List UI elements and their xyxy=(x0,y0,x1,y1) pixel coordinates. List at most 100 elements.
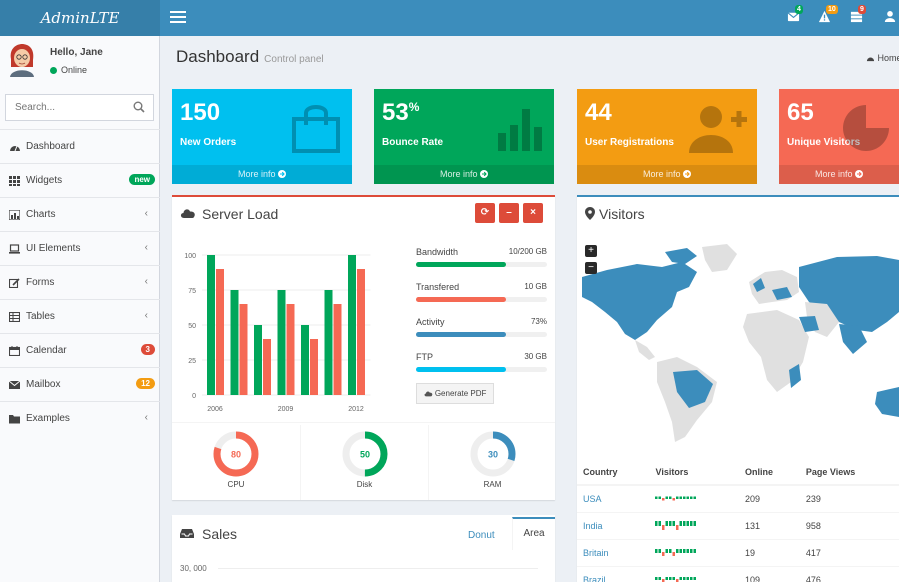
search-input[interactable] xyxy=(6,95,126,120)
country-link[interactable]: USA xyxy=(577,484,650,512)
more-info-link[interactable]: More info xyxy=(779,165,899,184)
notifications-button[interactable]: 10 xyxy=(818,5,838,24)
bar-chart-icon xyxy=(496,103,546,156)
chart-bar[interactable] xyxy=(207,255,215,395)
stat-value: 65 xyxy=(787,99,814,126)
top-navbar: 4 10 9 xyxy=(160,0,899,36)
country-link[interactable]: Britain xyxy=(577,538,650,566)
user-status[interactable]: Online xyxy=(50,65,87,75)
edit-icon xyxy=(9,278,20,288)
stat-box-new-orders: 150 New Orders More info xyxy=(172,89,352,184)
sidebar-item-forms[interactable]: Forms ‹ xyxy=(0,265,160,299)
sidebar-item-mailbox[interactable]: Mailbox 12 xyxy=(0,367,160,401)
chart-bar[interactable] xyxy=(239,304,248,395)
visitors-sparkline xyxy=(655,548,697,556)
sidebar-item-dashboard[interactable]: Dashboard xyxy=(0,129,160,163)
user-menu-button[interactable] xyxy=(884,10,898,24)
progress-track xyxy=(416,262,547,267)
chart-bar[interactable] xyxy=(286,304,295,395)
online-cell: 109 xyxy=(738,565,800,582)
sidebar-item-label: Tables xyxy=(26,311,55,322)
y-tick-label: 100 xyxy=(184,253,196,260)
knob-dial: 80 xyxy=(213,431,259,477)
minus-icon: – xyxy=(506,207,512,218)
messages-button[interactable]: 4 xyxy=(787,5,803,24)
chart-bar[interactable] xyxy=(301,325,309,395)
app-logo[interactable]: AdminLTE xyxy=(0,0,160,36)
user-icon xyxy=(884,11,896,22)
more-info-link[interactable]: More info xyxy=(374,165,554,184)
close-icon: × xyxy=(530,207,536,218)
progress-track xyxy=(416,297,547,302)
sidebar-item-ui-elements[interactable]: UI Elements ‹ xyxy=(0,231,160,265)
chart-bar[interactable] xyxy=(254,325,262,395)
stat-value: 44 xyxy=(585,99,612,126)
world-map[interactable] xyxy=(577,242,899,452)
chart-bar[interactable] xyxy=(230,290,239,395)
chart-bar[interactable] xyxy=(263,339,271,395)
country-link[interactable]: Brazil xyxy=(577,565,650,582)
refresh-button[interactable]: ⟳ xyxy=(475,203,495,223)
progress-value: 10 GB xyxy=(524,282,547,291)
chart-bar[interactable] xyxy=(348,255,356,395)
column-header: Country xyxy=(577,459,650,486)
sidebar-item-tables[interactable]: Tables ‹ xyxy=(0,299,160,333)
more-info-link[interactable]: More info xyxy=(577,165,757,184)
chart-bar[interactable] xyxy=(277,290,286,395)
sales-box: Sales Donut Area 30, 000 xyxy=(172,515,555,582)
sidebar-item-label: Dashboard xyxy=(26,141,75,152)
online-cell: 209 xyxy=(738,484,800,512)
sidebar-badge: 3 xyxy=(140,344,155,355)
sidebar-item-calendar[interactable]: Calendar 3 xyxy=(0,333,160,367)
progress-fill xyxy=(416,262,507,267)
visitors-sparkline xyxy=(655,576,697,582)
knob-cpu[interactable]: 80 CPU xyxy=(172,425,300,500)
sidebar-item-label: Forms xyxy=(26,277,55,288)
knob-disk[interactable]: 50 Disk xyxy=(300,425,428,500)
search-icon[interactable] xyxy=(133,101,145,113)
messages-badge: 4 xyxy=(795,5,803,14)
sidebar-item-widgets[interactable]: Widgets new xyxy=(0,163,160,197)
y-tick-label: 50 xyxy=(188,323,196,330)
progress-track xyxy=(416,332,547,337)
arrow-circle-right-icon xyxy=(278,170,287,178)
knob-ram[interactable]: 30 RAM xyxy=(428,425,556,500)
breadcrumb[interactable]: Home xyxy=(866,53,899,63)
chart-bar[interactable] xyxy=(357,269,365,395)
chart-bar[interactable] xyxy=(333,304,342,395)
map-zoom-in-button[interactable]: + xyxy=(585,245,597,257)
generate-pdf-label: Generate PDF xyxy=(434,389,487,398)
page-views-cell: 958 xyxy=(799,511,899,539)
tasks-button[interactable]: 9 xyxy=(850,5,866,24)
sidebar-item-label: Calendar xyxy=(26,345,67,356)
tab-area[interactable]: Area xyxy=(512,517,555,550)
country-link[interactable]: India xyxy=(577,511,650,539)
progress-fill xyxy=(416,332,507,337)
notifications-badge: 10 xyxy=(826,5,838,14)
avatar[interactable] xyxy=(8,43,36,77)
chart-bar[interactable] xyxy=(324,290,333,395)
sidebar-item-label: Charts xyxy=(26,209,56,220)
more-info-link[interactable]: More info xyxy=(172,165,352,184)
generate-pdf-button[interactable]: Generate PDF xyxy=(416,383,494,404)
shopping-bag-icon xyxy=(288,103,344,156)
chart-bar[interactable] xyxy=(216,269,224,395)
sidebar-toggle-button[interactable] xyxy=(170,11,186,24)
chevron-left-icon: ‹ xyxy=(144,412,148,423)
tab-donut[interactable]: Donut xyxy=(468,530,495,541)
x-tick-label: 2006 xyxy=(207,406,223,413)
sidebar-badge: new xyxy=(129,174,155,185)
page-title: Dashboard xyxy=(176,47,260,66)
map-zoom-out-button[interactable]: − xyxy=(585,262,597,274)
remove-button[interactable]: × xyxy=(523,203,543,223)
knob-value: 80 xyxy=(231,450,241,460)
user-status-label: Online xyxy=(61,65,88,75)
sidebar-item-examples[interactable]: Examples ‹ xyxy=(0,401,160,435)
collapse-button[interactable]: – xyxy=(499,203,519,223)
stat-box-unique-visitors: 65 Unique Visitors More info xyxy=(779,89,899,184)
sidebar-item-charts[interactable]: Charts ‹ xyxy=(0,197,160,231)
visitors-cell xyxy=(649,538,739,566)
visitors-title: Visitors xyxy=(599,206,645,222)
chart-bar[interactable] xyxy=(310,339,318,395)
folder-icon xyxy=(9,415,20,424)
